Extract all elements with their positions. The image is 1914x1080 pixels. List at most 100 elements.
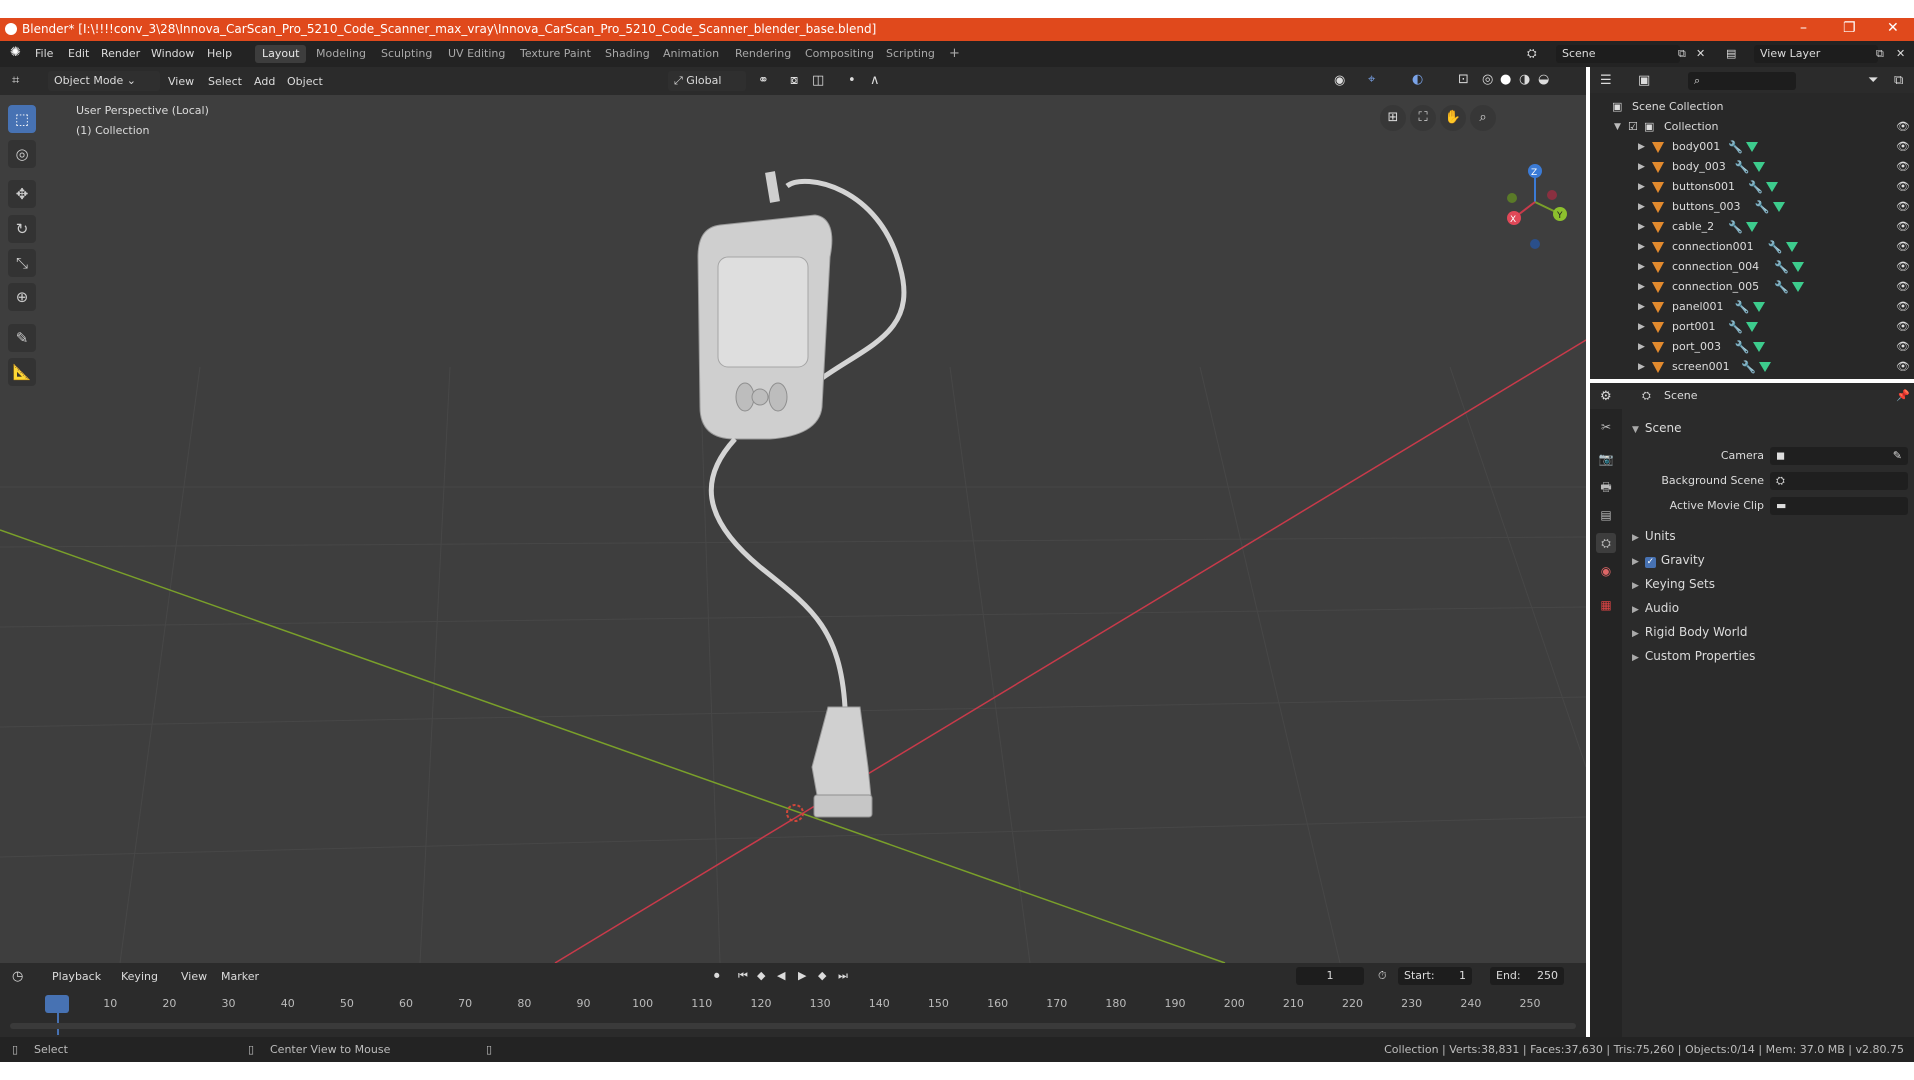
units-section[interactable]: ▶ Units: [1632, 529, 1676, 543]
mesh-data-icon[interactable]: [1746, 322, 1759, 332]
expand-object-icon[interactable]: ▶: [1638, 237, 1645, 257]
tab-layout[interactable]: Layout: [255, 45, 307, 63]
outliner-row-object[interactable]: ▶ connection_004 🔧 👁: [1590, 257, 1914, 277]
zoom-icon[interactable]: ⌕: [1470, 105, 1496, 131]
visibility-icon[interactable]: ◉: [1334, 73, 1345, 88]
menu-file[interactable]: File: [35, 47, 53, 60]
properties-editor-icon[interactable]: ⚙: [1600, 389, 1612, 404]
modifier-wrench-icon[interactable]: 🔧: [1728, 217, 1743, 237]
tab-texture-paint[interactable]: Texture Paint: [513, 45, 598, 63]
rigid-body-world-section[interactable]: ▶ Rigid Body World: [1632, 625, 1747, 639]
timeline-scrollbar[interactable]: [10, 1023, 1576, 1029]
collection-checkbox[interactable]: ☑: [1628, 117, 1638, 137]
mesh-data-icon[interactable]: [1752, 342, 1765, 352]
eye-icon[interactable]: 👁: [1896, 137, 1910, 157]
eye-icon[interactable]: 👁: [1896, 217, 1910, 237]
keying-menu[interactable]: Keying: [121, 970, 158, 983]
world-tab-icon[interactable]: ◉: [1596, 561, 1616, 581]
mesh-data-icon[interactable]: [1766, 182, 1778, 192]
annotate-tool[interactable]: ✎: [8, 324, 36, 352]
mode-selector[interactable]: Object Mode ⌄: [48, 71, 160, 91]
eye-icon[interactable]: 👁: [1896, 337, 1910, 357]
3d-viewport[interactable]: Z Y X ⌗ Object Mode ⌄ View Select Add Ob…: [0, 67, 1586, 963]
next-keyframe-icon[interactable]: ◆: [818, 969, 826, 982]
pivot-icon[interactable]: ⚭: [758, 73, 769, 88]
tab-shading[interactable]: Shading: [598, 45, 657, 63]
mesh-data-icon[interactable]: [1772, 202, 1785, 212]
maximize-button[interactable]: ❐: [1843, 20, 1856, 36]
mesh-data-icon[interactable]: [1785, 242, 1798, 252]
audio-section[interactable]: ▶ Audio: [1632, 601, 1679, 615]
close-button[interactable]: ✕: [1887, 20, 1899, 36]
mesh-data-icon[interactable]: [1746, 142, 1759, 152]
render-tab-icon[interactable]: 📷: [1596, 449, 1616, 469]
pin-icon[interactable]: 📌: [1896, 389, 1910, 402]
outliner-row-collection[interactable]: ▼ ☑ ▣ Collection 👁: [1590, 117, 1914, 137]
modifier-wrench-icon[interactable]: 🔧: [1774, 257, 1789, 277]
menu-render[interactable]: Render: [101, 47, 140, 60]
outliner-row-object[interactable]: ▶ connection_005 🔧 👁: [1590, 277, 1914, 297]
outliner-row-object[interactable]: ▶ port_003 🔧 👁: [1590, 337, 1914, 357]
jump-end-icon[interactable]: ⏭: [838, 969, 848, 983]
minimize-button[interactable]: –: [1800, 20, 1807, 36]
outliner-row-object[interactable]: ▶ body001 🔧 👁: [1590, 137, 1914, 157]
eye-icon[interactable]: 👁: [1896, 197, 1910, 217]
camera-view-icon[interactable]: ⛶: [1410, 105, 1436, 131]
active-movie-clip-field[interactable]: ▬: [1770, 497, 1908, 515]
outliner-editor-icon[interactable]: ☰: [1600, 73, 1612, 88]
expand-object-icon[interactable]: ▶: [1638, 277, 1645, 297]
view-layer-selector[interactable]: View Layer: [1754, 45, 1878, 63]
camera-field[interactable]: ◼ ✎: [1770, 447, 1908, 465]
outliner-row-object[interactable]: ▶ cable_2 🔧 👁: [1590, 217, 1914, 237]
transform-tool[interactable]: ⊕: [8, 283, 36, 311]
snap-target-icon[interactable]: ◫: [812, 73, 824, 88]
eye-icon[interactable]: 👁: [1896, 237, 1910, 257]
menu-select[interactable]: Select: [208, 75, 242, 88]
outliner-row-object[interactable]: ▶ body_003 🔧 👁: [1590, 157, 1914, 177]
new-view-layer-icon[interactable]: ⧉: [1876, 47, 1884, 61]
modifier-wrench-icon[interactable]: 🔧: [1755, 197, 1770, 217]
playhead[interactable]: [45, 995, 69, 1013]
expand-object-icon[interactable]: ▶: [1638, 257, 1645, 277]
gravity-section[interactable]: ▶ ✓ Gravity: [1632, 553, 1705, 568]
tab-animation[interactable]: Animation: [656, 45, 726, 63]
eye-icon[interactable]: 👁: [1896, 157, 1910, 177]
end-frame-field[interactable]: End: 250: [1490, 967, 1564, 985]
expand-object-icon[interactable]: ▶: [1638, 357, 1645, 377]
timeline-panel[interactable]: ◷ Playback Keying View Marker ⏺ ⏮ ◆ ◀ ▶ …: [0, 963, 1586, 1037]
expand-object-icon[interactable]: ▶: [1638, 337, 1645, 357]
expand-object-icon[interactable]: ▶: [1638, 197, 1645, 217]
eye-icon[interactable]: 👁: [1896, 297, 1910, 317]
display-mode-icon[interactable]: ▣: [1638, 73, 1650, 88]
xray-icon[interactable]: ⊡: [1458, 72, 1469, 87]
measure-tool[interactable]: 📐: [8, 358, 36, 386]
play-reverse-icon[interactable]: ◀: [777, 969, 785, 982]
outliner-row-object[interactable]: ▶ buttons_003 🔧 👁: [1590, 197, 1914, 217]
modifier-wrench-icon[interactable]: 🔧: [1728, 137, 1743, 157]
tab-scripting[interactable]: Scripting: [879, 45, 942, 63]
expand-object-icon[interactable]: ▶: [1638, 177, 1645, 197]
select-box-tool[interactable]: ⬚: [8, 105, 36, 133]
outliner-row-object[interactable]: ▶ port001 🔧 👁: [1590, 317, 1914, 337]
eye-icon[interactable]: 👁: [1896, 117, 1910, 137]
custom-properties-section[interactable]: ▶ Custom Properties: [1632, 649, 1755, 663]
outliner-row-object[interactable]: ▶ buttons001 🔧 👁: [1590, 177, 1914, 197]
filter-icon[interactable]: ⏷: [1868, 73, 1878, 88]
view-layer-tab-icon[interactable]: ▤: [1596, 505, 1616, 525]
snap-icon[interactable]: ⧇: [790, 73, 798, 88]
pan-hand-icon[interactable]: ✋: [1440, 105, 1466, 131]
outliner-row-object[interactable]: ▶ screen001 🔧 👁: [1590, 357, 1914, 377]
scanner-model[interactable]: [697, 171, 907, 818]
expand-object-icon[interactable]: ▶: [1638, 137, 1645, 157]
outliner-search-input[interactable]: ⌕: [1688, 72, 1796, 90]
record-icon[interactable]: ⏺: [714, 969, 720, 983]
scale-tool[interactable]: ⤡: [8, 249, 36, 277]
modifier-wrench-icon[interactable]: 🔧: [1741, 357, 1756, 377]
eye-icon[interactable]: 👁: [1896, 177, 1910, 197]
mesh-data-icon[interactable]: [1792, 262, 1805, 272]
menu-add[interactable]: Add: [254, 75, 275, 88]
editor-type-icon[interactable]: ⌗: [12, 73, 19, 88]
tab-modeling[interactable]: Modeling: [309, 45, 373, 63]
menu-help[interactable]: Help: [207, 47, 232, 60]
expand-object-icon[interactable]: ▶: [1638, 297, 1645, 317]
